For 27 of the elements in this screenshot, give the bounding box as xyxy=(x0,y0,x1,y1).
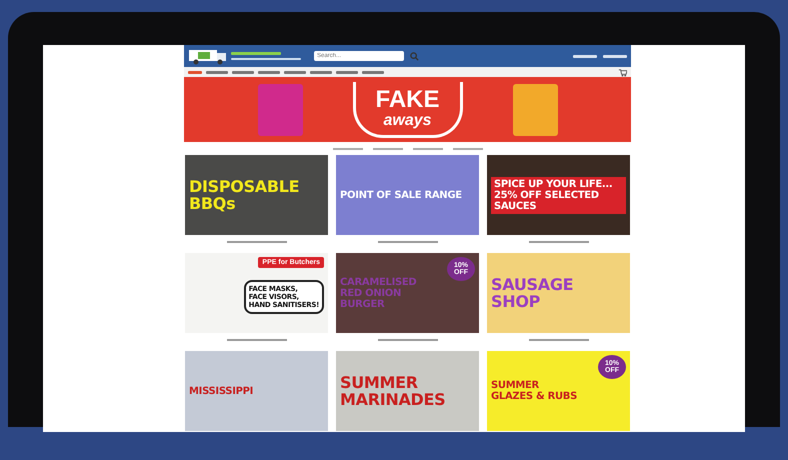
recipe-card xyxy=(258,84,302,136)
tile-headline: BBQs xyxy=(189,195,236,212)
promo-banner[interactable]: POINT OF SALE RANGE xyxy=(336,155,479,235)
tile-headline: 25% OFF SELECTED SAUCES xyxy=(494,190,600,212)
tile-headline: MISSISSIPPI xyxy=(189,386,254,396)
cart-icon[interactable] xyxy=(618,68,627,76)
tile-headline: MARINADES xyxy=(340,391,446,408)
tile-headline: RED ONION xyxy=(340,288,402,298)
tile-headline: CARAMELISED xyxy=(340,276,418,288)
tile-headline: SPICE UP YOUR LIFE... xyxy=(494,178,614,190)
tile-headline: SAUSAGE xyxy=(491,276,574,293)
hero-title: FAKE xyxy=(375,88,440,112)
hero-banner[interactable]: FAKE aways xyxy=(184,77,631,142)
promo-banner[interactable]: SAUSAGE SHOP xyxy=(487,253,630,333)
tile-headline: BURGER xyxy=(340,298,386,310)
promo-banner[interactable]: MISSISSIPPI xyxy=(185,351,328,431)
hero-subtitle: aways xyxy=(383,112,432,128)
tile-headline: POINT OF SALE RANGE xyxy=(340,190,463,200)
promo-banner[interactable]: DISPOSABLE BBQs xyxy=(185,155,328,235)
tile-headline: GLAZES & RUBS xyxy=(491,391,578,402)
tile-headline: DISPOSABLE xyxy=(189,178,300,195)
tile-headline: SUMMER xyxy=(340,374,419,391)
promo-banner[interactable]: SUMMER MARINADES xyxy=(336,351,479,431)
tile-headline: SHOP xyxy=(491,293,542,310)
tile-headline: SUMMER xyxy=(491,380,540,391)
promo-banner[interactable]: SPICE UP YOUR LIFE... 25% OFF SELECTED SAUCES xyxy=(487,155,630,235)
recipe-card xyxy=(512,84,558,136)
